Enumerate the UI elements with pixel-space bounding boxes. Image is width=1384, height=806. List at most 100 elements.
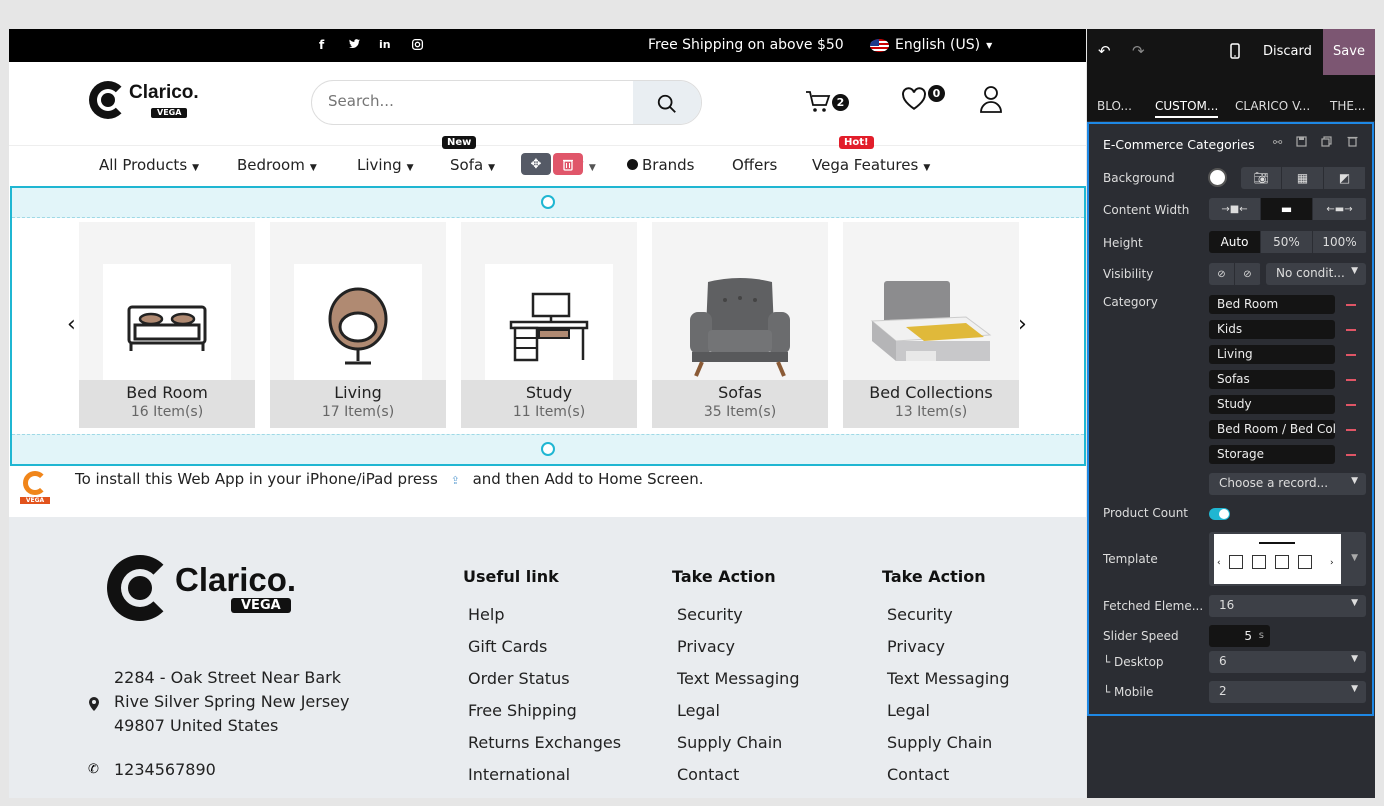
menu-offers[interactable]: Offers (732, 156, 777, 174)
camera-icon[interactable]: 📷︎ (1241, 167, 1282, 189)
category-tag[interactable]: Study (1209, 395, 1335, 414)
remove-category-icon[interactable] (1346, 354, 1356, 356)
fetched-elements-select[interactable]: 16 ▼ (1209, 595, 1366, 617)
choose-record-select[interactable]: Choose a record... ▼ (1209, 473, 1366, 495)
footer-link[interactable]: Security (887, 605, 953, 624)
footer-link[interactable]: Contact (887, 765, 949, 784)
footer-link[interactable]: Supply Chain (677, 733, 782, 752)
footer-link[interactable]: Legal (887, 701, 930, 720)
tab-customize[interactable]: CUSTOM... (1155, 99, 1219, 118)
visibility-select[interactable]: No condit... ▼ (1266, 263, 1366, 285)
footer-logo[interactable]: Clarico. VEGA (107, 555, 296, 621)
width-regular-icon[interactable]: ▬ (1261, 198, 1313, 220)
width-small-icon[interactable]: →■← (1209, 198, 1261, 220)
undo-icon[interactable]: ↶ (1098, 42, 1111, 60)
height-100-option[interactable]: 100% (1313, 231, 1367, 253)
remove-category-icon[interactable] (1346, 304, 1356, 306)
remove-category-icon[interactable] (1346, 454, 1356, 456)
tab-clarico-vega[interactable]: CLARICO V... (1235, 99, 1310, 113)
search-button[interactable] (633, 81, 701, 124)
slider-prev-arrow[interactable]: ‹ (67, 312, 76, 337)
desktop-select[interactable]: 6 ▼ (1209, 651, 1366, 673)
twitter-icon[interactable] (348, 38, 361, 53)
footer-link[interactable]: International (468, 765, 570, 784)
category-tag[interactable]: Storage (1209, 445, 1335, 464)
wishlist-button[interactable]: 0 (901, 85, 945, 115)
product-count-toggle[interactable] (1209, 508, 1230, 520)
mobile-preview-icon[interactable] (1230, 43, 1240, 62)
ecommerce-categories-section[interactable]: ‹ › Bed Room 16 Item(s) Living 17 Item(s) … (10, 186, 1086, 466)
link-icon[interactable]: ⚯ (1273, 136, 1282, 149)
footer-link[interactable]: Privacy (887, 637, 945, 656)
menu-bedroom[interactable]: Bedroom ▼ (237, 156, 317, 174)
move-handle-icon[interactable]: ✥ (521, 153, 551, 175)
footer-link[interactable]: Free Shipping (468, 701, 577, 720)
account-button[interactable] (979, 85, 1003, 117)
menu-sofa[interactable]: Sofa ▼ (450, 156, 495, 174)
category-tag[interactable]: Kids (1209, 320, 1335, 339)
hide-desktop-icon[interactable]: ⊘ (1209, 263, 1235, 285)
height-auto-option[interactable]: Auto (1209, 231, 1261, 253)
category-tag[interactable]: Sofas (1209, 370, 1335, 389)
resize-handle-bottom[interactable] (541, 442, 555, 456)
menu-living[interactable]: Living ▼ (357, 156, 414, 174)
footer-link[interactable]: Text Messaging (887, 669, 1009, 688)
remove-category-icon[interactable] (1346, 379, 1356, 381)
slider-next-arrow[interactable]: › (1018, 312, 1027, 337)
footer-link[interactable]: Legal (677, 701, 720, 720)
instagram-icon[interactable] (411, 38, 424, 54)
footer-link[interactable]: Contact (677, 765, 739, 784)
redo-icon[interactable]: ↷ (1132, 42, 1145, 60)
shape-icon[interactable]: ◩ (1324, 167, 1366, 189)
footer-link[interactable]: Returns Exchanges (468, 733, 621, 752)
background-color-swatch[interactable] (1208, 168, 1227, 187)
category-tag[interactable]: Living (1209, 345, 1335, 364)
footer-link[interactable]: Gift Cards (468, 637, 547, 656)
bed-icon (103, 264, 231, 390)
remove-category-icon[interactable] (1346, 329, 1356, 331)
site-logo[interactable]: Clarico. VEGA (89, 81, 199, 119)
menu-brands[interactable]: Brands (627, 156, 695, 174)
footer-link[interactable]: Privacy (677, 637, 735, 656)
video-icon[interactable]: ▦ (1282, 167, 1324, 189)
category-tag[interactable]: Bed Room (1209, 295, 1335, 314)
category-card[interactable]: Study 11 Item(s) (461, 222, 637, 428)
save-button[interactable]: Save (1323, 29, 1375, 75)
footer-phone[interactable]: 1234567890 (114, 760, 216, 779)
facebook-icon[interactable]: f (319, 38, 324, 52)
category-card[interactable]: Sofas 35 Item(s) (652, 222, 828, 428)
category-card[interactable]: Bed Room 16 Item(s) (79, 222, 255, 428)
height-50-option[interactable]: 50% (1261, 231, 1313, 253)
site-footer: Clarico. VEGA 2284 - Oak Street Near Bar… (9, 517, 1086, 798)
menu-vega-features[interactable]: Vega Features ▼ (812, 156, 930, 174)
template-select[interactable]: ‹ › ▼ (1209, 532, 1366, 586)
mobile-select[interactable]: 2 ▼ (1209, 681, 1366, 703)
search-input[interactable] (328, 92, 618, 110)
footer-link[interactable]: Help (468, 605, 504, 624)
language-selector[interactable]: English (US) ▼ (870, 37, 992, 53)
linkedin-icon[interactable]: in (379, 38, 391, 51)
category-card[interactable]: Bed Collections 13 Item(s) (843, 222, 1019, 428)
tab-theme[interactable]: THE... (1330, 99, 1365, 113)
hide-mobile-icon[interactable]: ⊘ (1235, 263, 1261, 285)
category-count: 17 Item(s) (321, 404, 395, 420)
resize-handle-top[interactable] (541, 195, 555, 209)
category-tag[interactable]: Bed Room / Bed Col (1209, 420, 1335, 439)
tab-blocks[interactable]: BLO... (1097, 99, 1132, 113)
menu-all-products[interactable]: All Products ▼ (99, 156, 199, 174)
footer-link[interactable]: Supply Chain (887, 733, 992, 752)
save-snippet-icon[interactable] (1296, 136, 1307, 150)
remove-category-icon[interactable] (1346, 404, 1356, 406)
footer-link[interactable]: Security (677, 605, 743, 624)
remove-category-icon[interactable] (1346, 429, 1356, 431)
category-card[interactable]: Living 17 Item(s) (270, 222, 446, 428)
delete-snippet-icon[interactable] (553, 153, 583, 175)
discard-button[interactable]: Discard (1263, 44, 1312, 59)
footer-link[interactable]: Order Status (468, 669, 570, 688)
cart-button[interactable]: 2 (805, 90, 849, 118)
slider-speed-input[interactable]: 5 s (1209, 625, 1270, 647)
width-full-icon[interactable]: ←▬→ (1313, 198, 1367, 220)
trash-icon[interactable] (1347, 135, 1358, 150)
duplicate-icon[interactable] (1321, 136, 1332, 150)
footer-link[interactable]: Text Messaging (677, 669, 799, 688)
